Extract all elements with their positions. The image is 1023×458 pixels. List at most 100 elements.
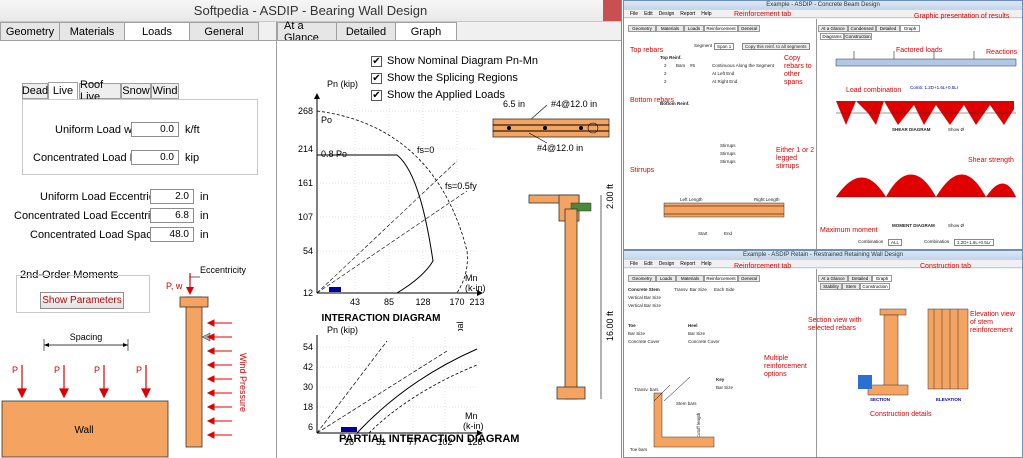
show-phi-shear[interactable]: Show Ø [948, 127, 964, 132]
wall-section-stem [883, 314, 899, 390]
po08-label: 0.8 Po [321, 149, 347, 159]
main-window: Softpedia - ASDIP - Bearing Wall Design … [0, 0, 622, 458]
svg-text:213: 213 [469, 297, 484, 307]
p-label-3: P [94, 365, 100, 375]
applied-loads-marker [329, 287, 341, 292]
p-label-2: P [54, 365, 60, 375]
tab-wind[interactable]: Wind [151, 83, 179, 99]
right-tab-strip: At a Glance Detailed Graph [277, 20, 457, 44]
x-axis-label-mn: Mn [465, 273, 478, 283]
load-arrows [17, 365, 151, 399]
rebar-bottom-label: #4@12.0 in [537, 143, 583, 153]
partial-interaction-diagram: Pn (kip) 54 42 30 18 6 26 51 77 102 128 … [303, 325, 484, 447]
combo-note: Comb: 1.2D+1.6L+0.5Lr [910, 85, 959, 90]
beam-span [835, 58, 1017, 67]
y-tick-labels: 268 214 161 107 54 12 [298, 106, 313, 298]
segment-all-dropdown[interactable]: ALL [888, 239, 903, 246]
svg-text:268: 268 [298, 106, 313, 116]
partial-applied-loads-marker [341, 427, 357, 432]
po-label: Po [321, 115, 332, 125]
svg-text:6: 6 [308, 422, 313, 432]
svg-text:43: 43 [350, 297, 360, 307]
wall-stem [564, 208, 578, 400]
concentrated-load-unit: kip [185, 152, 200, 164]
uniform-load-unit: k/ft [185, 124, 200, 136]
p-label-4: P [136, 365, 142, 375]
tab-graph[interactable]: Graph [395, 22, 457, 41]
uniform-ecc-input[interactable]: 2.0 [150, 189, 194, 204]
svg-text:85: 85 [384, 297, 394, 307]
tab-materials[interactable]: Materials [59, 22, 125, 40]
tab-at-a-glance[interactable]: At a Glance [277, 20, 337, 44]
tab-loads[interactable]: Loads [124, 22, 190, 41]
svg-text:30: 30 [303, 382, 313, 392]
wall-section-detail: 6.5 in #4@12.0 in #4@12.0 in 2.00 ft 16.… [492, 99, 615, 400]
factored-load-arrows [853, 51, 975, 59]
spacing-arrow-left [44, 343, 49, 347]
design-curve [317, 154, 434, 294]
svg-text:54: 54 [303, 342, 313, 352]
show-phi-moment[interactable]: Show Ø [948, 223, 964, 228]
pw-label: P, w [166, 281, 183, 291]
svg-text:12: 12 [303, 288, 313, 298]
svg-text:54: 54 [303, 246, 313, 256]
wall-section-top [879, 308, 907, 316]
svg-text:42: 42 [303, 362, 313, 372]
wall-elevation [185, 296, 203, 448]
tab-snow[interactable]: Snow [121, 83, 151, 99]
retaining-wall-window: Example - ASDIP Retain - Restrained Reta… [623, 250, 1023, 458]
section-width-label: 6.5 in [503, 99, 525, 109]
close-window-button[interactable] [603, 0, 621, 21]
check-nominal-diagram[interactable]: ✔ Show Nominal Diagram Pn-Mn [371, 55, 538, 67]
uniform-load-input[interactable]: 0.0 [131, 122, 179, 137]
segment-combo-label: Combination [858, 239, 884, 244]
svg-text:107: 107 [298, 212, 313, 222]
show-parameters-button[interactable]: Show Parameters [40, 292, 124, 309]
section-view-label: SECTION [870, 397, 891, 402]
rebar-top-label: #4@12.0 in [551, 99, 597, 109]
partial-fs0-line [316, 340, 388, 434]
height-16ft-label: 16.00 ft [605, 310, 615, 341]
partial-x-label-unit: (k-in) [463, 421, 484, 431]
conc-ecc-input[interactable]: 6.8 [150, 208, 194, 223]
conc-spacing-unit: in [200, 229, 209, 241]
wall-label: Wall [74, 425, 93, 436]
wall-detail-stem [653, 392, 715, 448]
wall-section-soil [858, 375, 872, 389]
wall-section-footing [867, 384, 909, 396]
svg-text:170: 170 [449, 297, 464, 307]
svg-text:161: 161 [298, 178, 313, 188]
combination-dropdown[interactable]: 1.2D+1.6L+0.5Lr [954, 239, 994, 246]
window-title: Softpedia - ASDIP - Bearing Wall Design [193, 3, 428, 18]
tab-detailed[interactable]: Detailed [336, 22, 396, 40]
wind-pressure-arrows [206, 319, 232, 439]
nominal-curve [316, 110, 468, 294]
partial-title: PARTIAL INTERACTION DIAGRAM [339, 433, 520, 445]
conc-spacing-input[interactable]: 48.0 [150, 227, 194, 242]
eccentricity-label: Eccentricity [200, 265, 247, 275]
tab-live[interactable]: Live [48, 82, 78, 99]
tab-dead[interactable]: Dead [22, 83, 48, 99]
shear-diagram-title: SHEAR DIAGRAM [892, 127, 931, 132]
tab-roof-live[interactable]: Roof Live [79, 79, 121, 103]
left-tab-strip: Geometry Materials Loads General [0, 22, 259, 41]
height-2ft-label: 2.00 ft [605, 183, 615, 209]
fs05-line [316, 190, 468, 294]
spacing-label: Spacing [70, 332, 103, 342]
tab-general[interactable]: General [189, 22, 259, 40]
grid [317, 99, 477, 291]
spacing-arrow-right [123, 343, 128, 347]
combination-label: Combination [924, 239, 950, 244]
partial-y-ticks: 54 42 30 18 6 [303, 342, 313, 432]
beam-design-window: Example - ASDIP - Concrete Beam Design F… [623, 0, 1023, 250]
uniform-ecc-label: Uniform Load Eccentricity [40, 191, 166, 203]
concentrated-load-input[interactable]: 0.0 [131, 150, 179, 165]
uniform-ecc-unit: in [200, 191, 209, 203]
x-axis-label-unit: (k-in) [465, 283, 486, 293]
wall-load-diagram: Spacing P P P P Wall [1, 332, 169, 458]
checkbox-icon[interactable]: ✔ [371, 55, 382, 67]
wind-pressure-label: Wind Pressure [238, 353, 248, 412]
x-tick-labels: 43 85 128 170 213 [350, 297, 485, 307]
tab-geometry[interactable]: Geometry [0, 22, 60, 40]
conc-ecc-unit: in [200, 210, 209, 222]
